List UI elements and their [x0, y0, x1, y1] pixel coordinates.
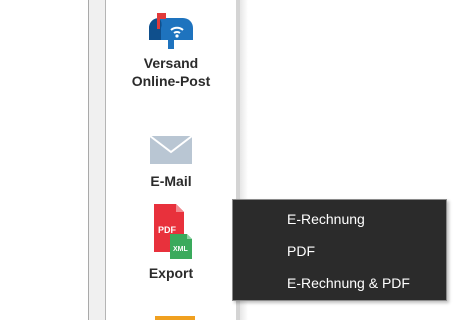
online-post-label: Versand Online-Post [132, 54, 211, 90]
menu-item-e-rechnung-and-pdf[interactable]: E-Rechnung & PDF [233, 267, 446, 299]
export-button[interactable]: PDF XML Export [106, 204, 236, 282]
mailbox-icon [149, 13, 193, 49]
pane-splitter[interactable] [88, 0, 106, 320]
left-pane [0, 0, 88, 320]
online-post-label-line2: Online-Post [131, 73, 211, 89]
next-tool-icon [155, 316, 195, 320]
menu-item-pdf[interactable]: PDF [233, 235, 446, 267]
email-label: E-Mail [150, 173, 192, 189]
online-post-label-line1: Versand [143, 55, 199, 71]
menu-item-e-rechnung[interactable]: E-Rechnung [233, 203, 446, 235]
online-post-button[interactable]: Versand Online-Post [106, 10, 236, 90]
xml-icon-text: XML [173, 246, 189, 253]
pdf-icon-text: PDF [158, 225, 177, 235]
pdf-xml-icon: PDF XML [154, 204, 192, 259]
export-label: Export [148, 265, 194, 281]
envelope-icon [149, 135, 193, 164]
export-dropdown-menu: E-Rechnung PDF E-Rechnung & PDF [232, 199, 447, 301]
email-button[interactable]: E-Mail [106, 132, 236, 190]
